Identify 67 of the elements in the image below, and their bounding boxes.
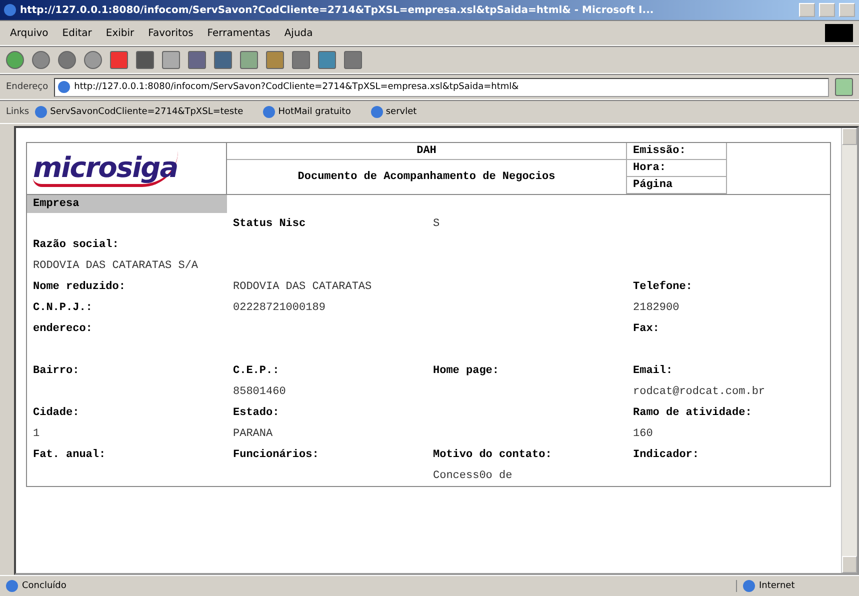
- field-label: Indicador:: [633, 448, 700, 462]
- close-button[interactable]: [839, 3, 855, 17]
- meta-label: Emissão:: [627, 143, 727, 160]
- field-label: Telefone:: [633, 280, 694, 294]
- meta-label: Página: [627, 177, 727, 194]
- menu-item[interactable]: Ferramentas: [203, 28, 274, 38]
- menu-item[interactable]: Exibir: [102, 28, 138, 38]
- page-icon: [58, 81, 70, 93]
- field-value: PARANA: [233, 426, 274, 442]
- menu-item[interactable]: Arquivo: [6, 28, 52, 38]
- status-text: Concluído: [22, 581, 68, 591]
- zone-indicator: Internet: [736, 580, 853, 592]
- minimize-button[interactable]: [799, 3, 815, 17]
- page-icon: [6, 580, 18, 592]
- toolbar-icon[interactable]: [240, 51, 258, 69]
- toolbar-icon[interactable]: [266, 51, 284, 69]
- field-value: rodcat@rodcat.com.br: [633, 384, 766, 400]
- document-subtitle: Documento de Acompanhamento de Negocios: [227, 160, 627, 194]
- field-label: endereco:: [33, 322, 94, 336]
- field-label: C.N.P.J.:: [33, 300, 94, 316]
- field-label: Ramo de atividade:: [633, 406, 753, 420]
- scroll-down-button[interactable]: [842, 556, 857, 573]
- field-value: 160: [633, 426, 654, 442]
- field-value: RODOVIA DAS CATARATAS S/A: [33, 258, 200, 274]
- field-label: C.E.P.:: [233, 364, 280, 378]
- address-label: Endereço: [6, 82, 48, 92]
- field-value: RODOVIA DAS CATARATAS: [233, 280, 373, 294]
- address-field[interactable]: http://127.0.0.1:8080/infocom/ServSavon?CodCliente=2714&TpXSL=empresa.xsl&tpSaida=html&: [54, 78, 829, 96]
- links-label: Links: [6, 107, 30, 117]
- field-value: 02228721000189: [233, 300, 326, 316]
- field-label: Home page:: [433, 364, 500, 378]
- meta-label: Hora:: [627, 160, 727, 177]
- scroll-up-button[interactable]: [842, 128, 857, 145]
- field-value: 85801460: [233, 384, 287, 400]
- toolbar-icon[interactable]: [58, 51, 76, 69]
- toolbar-icon[interactable]: [162, 51, 180, 69]
- field-label: Status Nisc: [233, 216, 307, 232]
- field-label: Fat. anual:: [33, 448, 107, 462]
- maximize-button[interactable]: [819, 3, 835, 17]
- menu-item[interactable]: Editar: [58, 28, 96, 38]
- link-item[interactable]: ServSavonCodCliente=2714&TpXSL=teste: [35, 106, 244, 118]
- window-title: http://127.0.0.1:8080/infocom/ServSavon?CodCliente=2714&TpXSL=empresa.xsl&tpSaida=html& - Microsoft I...: [20, 4, 655, 16]
- menu-item[interactable]: Favoritos: [144, 28, 198, 38]
- field-label: Nome reduzido:: [33, 280, 126, 294]
- field-label: Bairro:: [33, 364, 80, 378]
- field-label: Motivo do contato:: [433, 448, 553, 462]
- field-label: Cidade:: [33, 406, 80, 420]
- menu-item[interactable]: Ajuda: [280, 28, 317, 38]
- field-label: Estado:: [233, 406, 280, 420]
- field-label: Funcionários:: [233, 448, 320, 462]
- field-value: 2182900: [633, 300, 680, 316]
- link-item[interactable]: HotMail gratuito: [263, 106, 351, 118]
- field-label: Razão social:: [33, 238, 120, 252]
- browser-icon: [4, 4, 16, 16]
- toolbar-icon[interactable]: [32, 51, 50, 69]
- section-header: Empresa: [27, 195, 227, 213]
- go-icon[interactable]: [835, 78, 853, 96]
- toolbar-icon[interactable]: [6, 51, 24, 69]
- toolbar-icon[interactable]: [84, 51, 102, 69]
- field-value: S: [433, 216, 441, 232]
- field-label: Email:: [633, 364, 674, 378]
- field-label: Fax:: [633, 322, 660, 336]
- field-value: 1: [33, 426, 41, 442]
- field-value: Concess0o de: [433, 468, 514, 484]
- document-title: DAH: [227, 143, 627, 160]
- brand-logo-icon: [825, 24, 853, 42]
- link-item[interactable]: servlet: [370, 106, 417, 118]
